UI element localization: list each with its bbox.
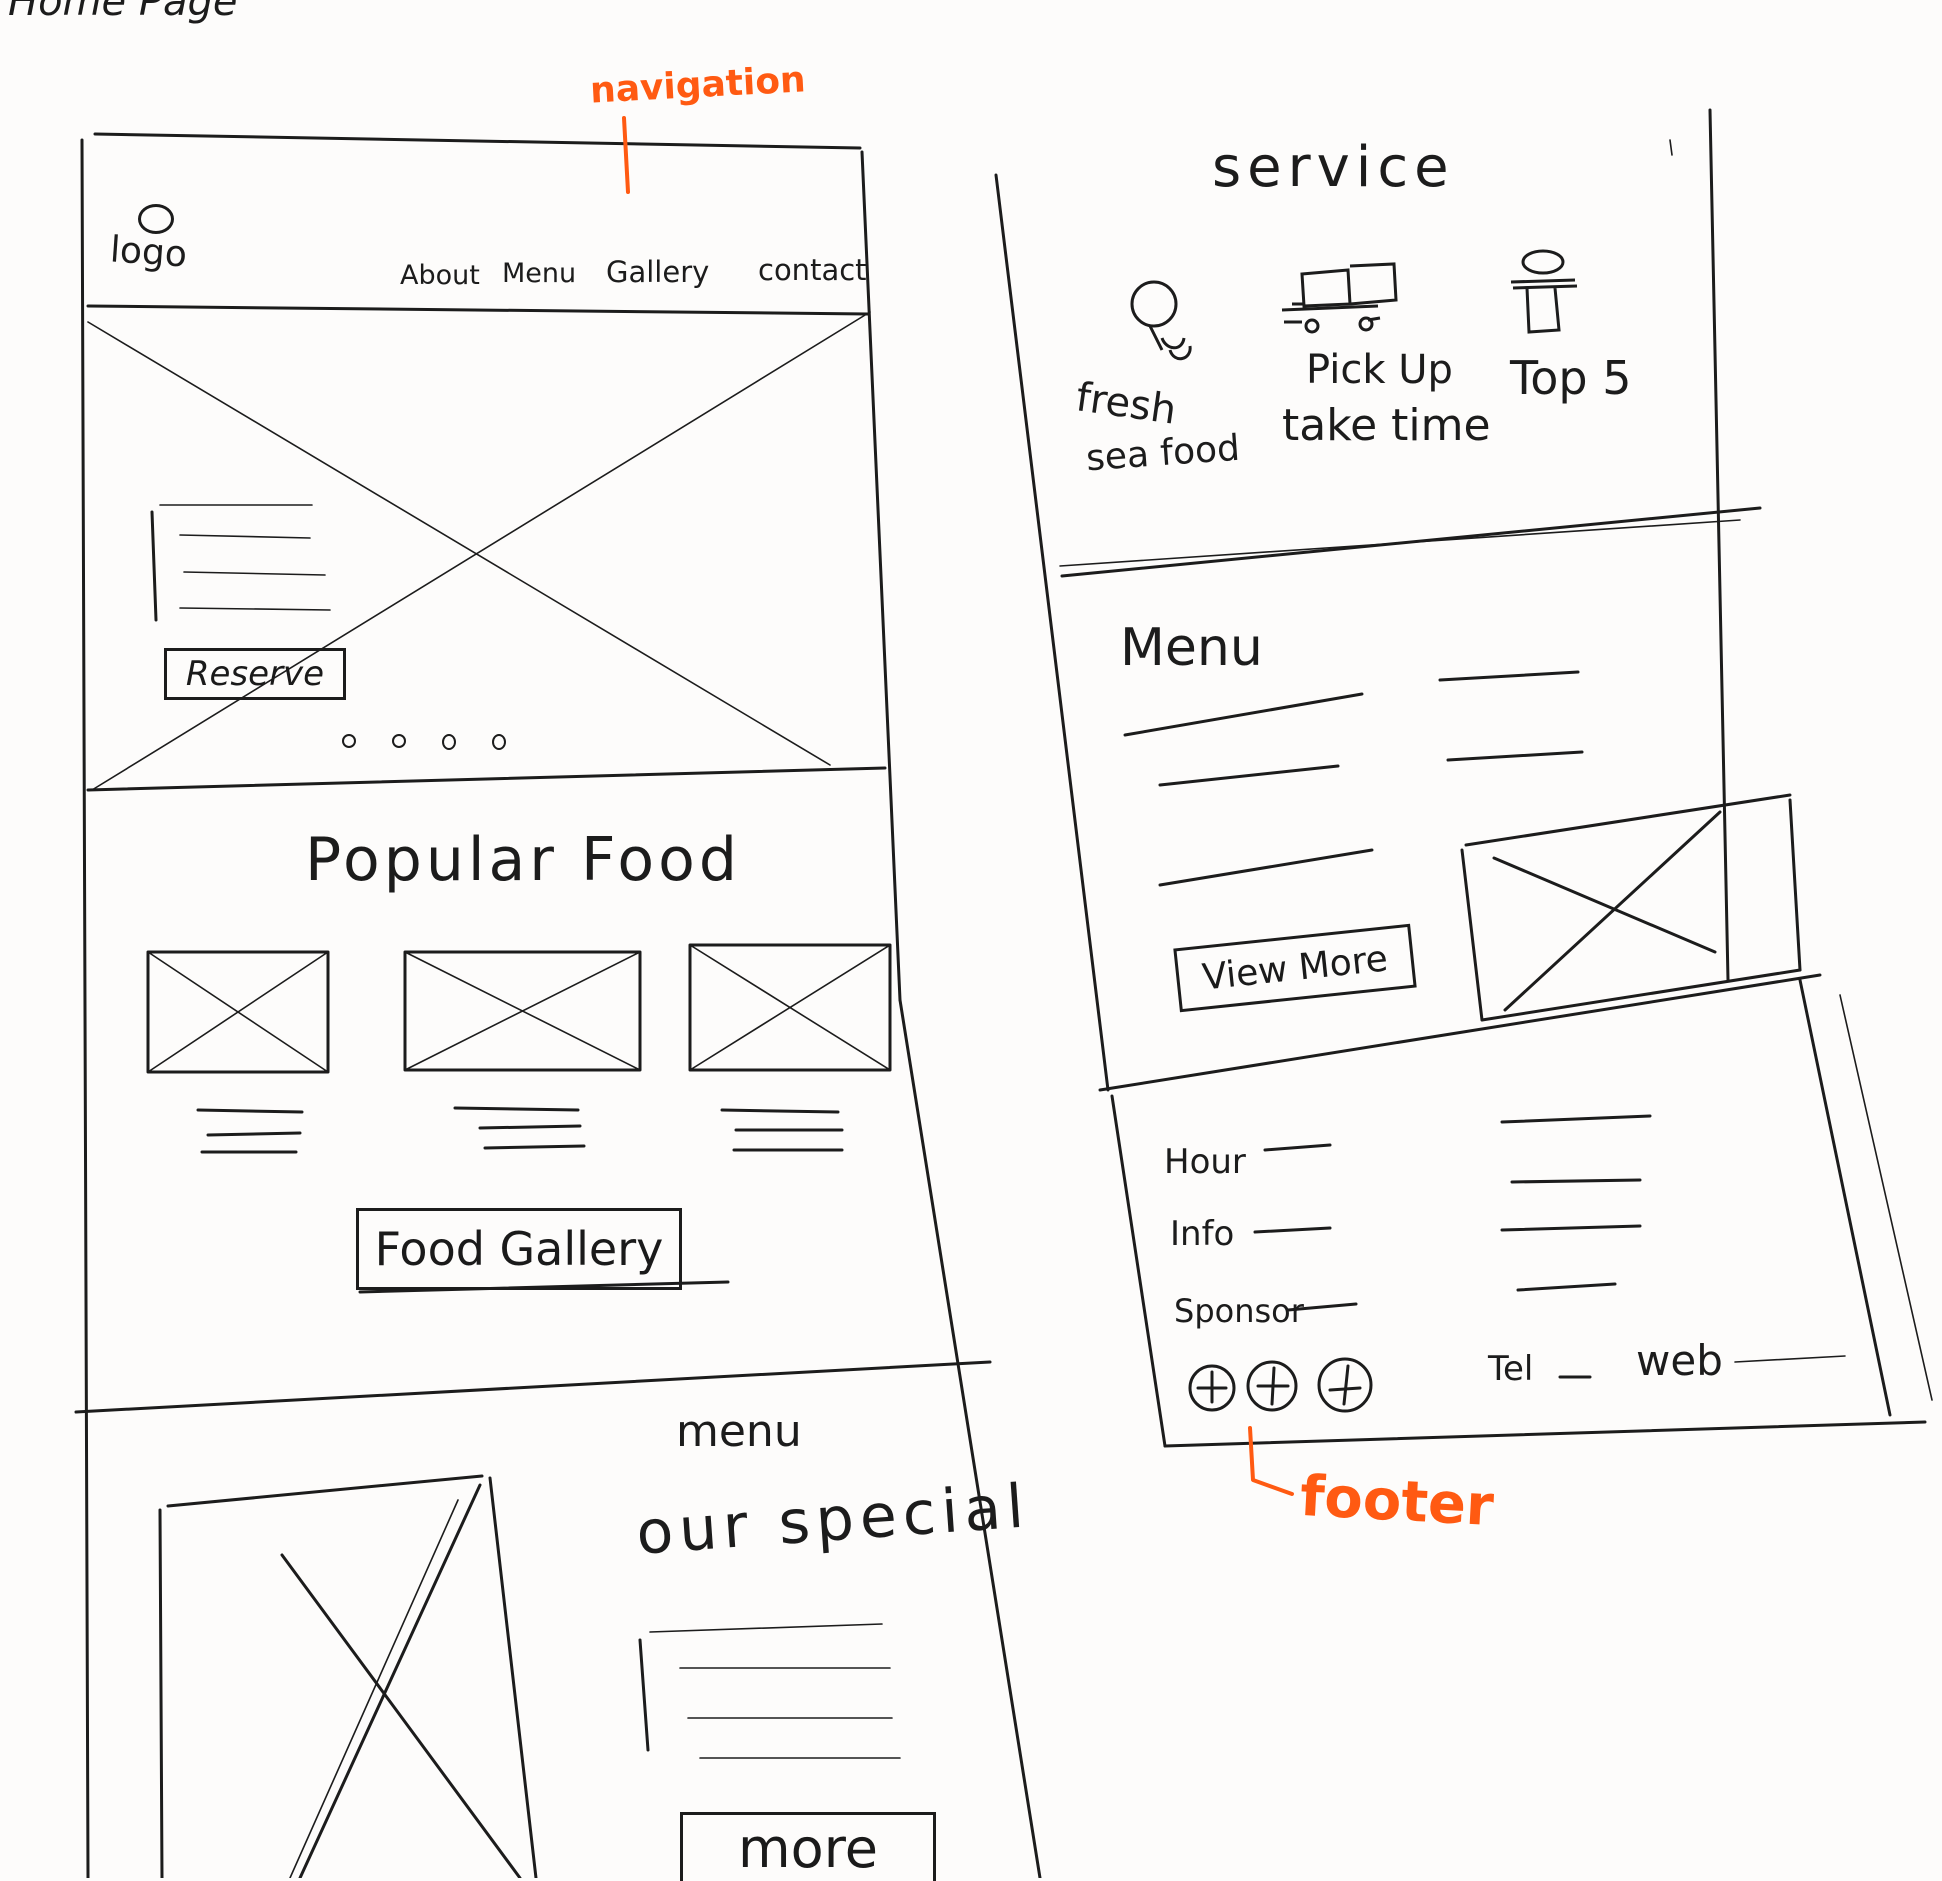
footer-annotation: footer (1298, 1463, 1496, 1540)
wireframe-sheet: Home Page navigation logo About Menu Gal… (0, 0, 1942, 1881)
footer-web-label: web (1636, 1336, 1723, 1385)
logo-text[interactable]: logo (109, 229, 189, 275)
trophy-icon (1510, 249, 1578, 334)
carousel-dots (342, 734, 506, 750)
footer-sponsor-label: Sponsor (1174, 1292, 1304, 1330)
menu-section-title: Menu (1120, 618, 1263, 678)
truck-icon (1281, 262, 1398, 334)
carousel-dot[interactable] (342, 734, 356, 748)
service-item-pickup-line1: Pick Up (1306, 347, 1453, 393)
view-more-button-label: View More (1200, 937, 1390, 999)
service-item-top5-line1: Top 5 (1510, 351, 1632, 405)
nav-link-contact[interactable]: contact (758, 256, 867, 285)
carousel-dot[interactable] (392, 734, 406, 748)
sketch-lines (74, 108, 1933, 1878)
nav-link-gallery[interactable]: Gallery (606, 258, 709, 287)
service-item-pickup-line2: take time (1282, 400, 1491, 451)
popular-food-title: Popular Food (305, 825, 741, 895)
service-title: service (1212, 135, 1455, 200)
more-button[interactable]: more (680, 1812, 936, 1881)
reserve-button-label: Reserve (185, 654, 325, 694)
reserve-button[interactable]: Reserve (164, 648, 346, 700)
social-icon-2[interactable] (1248, 1362, 1296, 1410)
footer-tel-label: Tel (1488, 1349, 1534, 1389)
logo-icon[interactable] (138, 204, 174, 234)
page-label: Home Page (8, 0, 238, 25)
nav-link-menu[interactable]: Menu (502, 260, 576, 287)
menu-special-kicker: menu (676, 1406, 802, 1457)
seafood-icon (1130, 280, 1192, 361)
food-gallery-button-label: Food Gallery (374, 1222, 664, 1276)
social-icon-1[interactable] (1190, 1366, 1234, 1410)
food-gallery-button[interactable]: Food Gallery (356, 1208, 682, 1290)
social-icon-3[interactable] (1319, 1359, 1371, 1411)
more-button-label: more (738, 1816, 878, 1880)
carousel-dot[interactable] (492, 734, 506, 750)
footer-info-label: Info (1170, 1214, 1235, 1254)
carousel-dot[interactable] (442, 734, 456, 750)
footer-hour-label: Hour (1164, 1142, 1246, 1182)
nav-link-about[interactable]: About (400, 262, 480, 289)
